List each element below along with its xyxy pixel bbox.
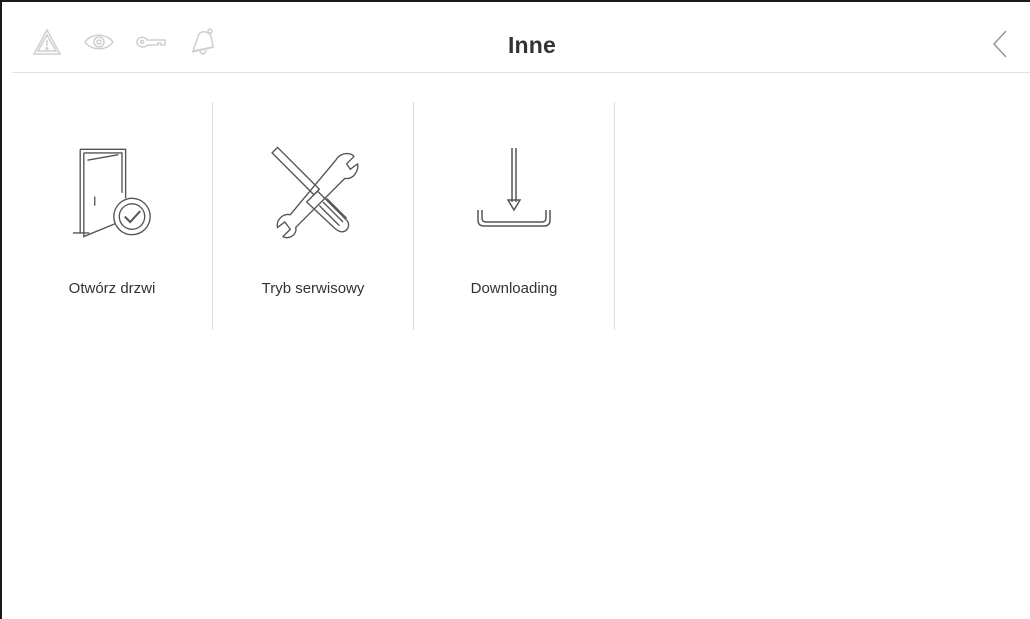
tile-label: Downloading [470, 280, 558, 297]
menu-tiles: Otwórz drzwi Tryb serwisowy Downloading [12, 102, 615, 332]
tile-label: Tryb serwisowy [261, 280, 365, 297]
tile-downloading[interactable]: Downloading [414, 102, 615, 330]
app-frame: Inne Otwórz drzwi Tryb serwisowy Downloa… [0, 0, 1030, 619]
tile-label: Otwórz drzwi [68, 280, 156, 297]
door-open-check-icon [62, 132, 162, 252]
download-icon [464, 132, 564, 252]
header-bar: Inne [12, 12, 1030, 73]
page-title: Inne [507, 32, 557, 58]
chevron-left-icon [992, 30, 1007, 58]
wrench-screwdriver-icon [263, 132, 363, 252]
back-button[interactable] [985, 28, 1015, 60]
tile-open-door[interactable]: Otwórz drzwi [12, 102, 213, 330]
tile-service-mode[interactable]: Tryb serwisowy [213, 102, 414, 330]
